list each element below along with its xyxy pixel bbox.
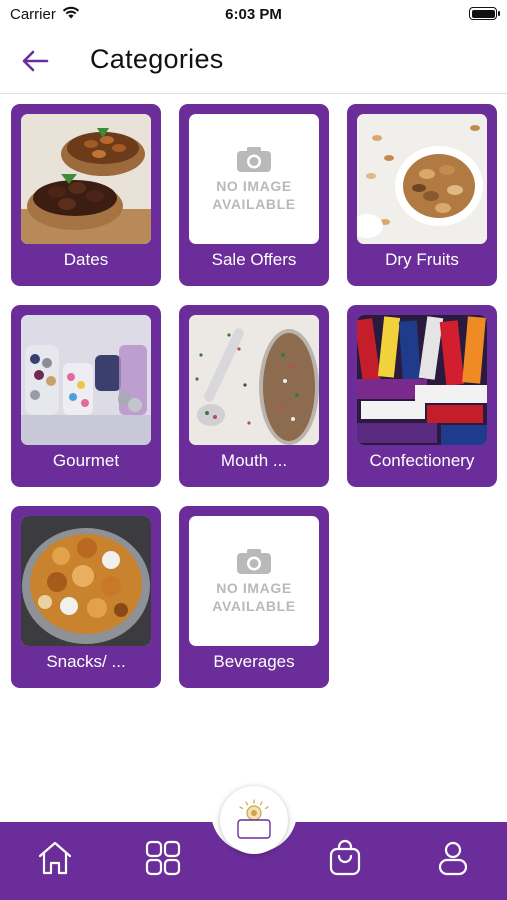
no-image-placeholder: NO IMAGE AVAILABLE: [189, 114, 319, 244]
no-image-text: AVAILABLE: [212, 598, 296, 614]
grid-icon: [145, 840, 181, 876]
category-label: Sale Offers: [211, 250, 297, 269]
category-card-dry-fruits[interactable]: Dry Fruits: [347, 104, 497, 286]
header-bar: Categories: [0, 30, 507, 94]
nav-home[interactable]: [33, 836, 77, 880]
category-label: Dry Fruits: [385, 250, 459, 269]
category-label: Beverages: [213, 652, 295, 671]
category-card-beverages[interactable]: NO IMAGE AVAILABLE Beverages: [179, 506, 329, 688]
battery-icon: [469, 7, 500, 20]
dates-photo: [21, 114, 151, 244]
status-bar: Carrier 6:03 PM: [0, 0, 507, 28]
no-image-text: NO IMAGE: [216, 580, 292, 596]
category-card-gourmet[interactable]: Gourmet: [11, 305, 161, 487]
gourmet-photo: [21, 315, 151, 445]
loyalty-card-button[interactable]: [220, 786, 288, 854]
no-image-placeholder: NO IMAGE AVAILABLE: [189, 516, 319, 646]
category-label: Mouth ...: [220, 451, 288, 470]
no-image-text: AVAILABLE: [212, 196, 296, 212]
nav-cart[interactable]: [323, 836, 367, 880]
category-card-sale-offers[interactable]: NO IMAGE AVAILABLE Sale Offers: [179, 104, 329, 286]
category-card-snacks[interactable]: Snacks/ ...: [11, 506, 161, 688]
page-title: Categories: [90, 44, 224, 74]
category-label: Confectionery: [369, 451, 475, 470]
home-icon: [38, 841, 72, 875]
loyalty-card-icon: [237, 799, 271, 839]
status-time: 6:03 PM: [225, 6, 282, 23]
camera-icon: [237, 549, 271, 574]
category-label: Dates: [63, 250, 109, 269]
back-button[interactable]: [18, 44, 52, 78]
category-label: Snacks/ ...: [46, 652, 126, 671]
nav-categories[interactable]: [141, 836, 185, 880]
no-image-text: NO IMAGE: [216, 178, 292, 194]
mouth-freshener-photo: [189, 315, 319, 445]
dry-fruits-photo: [357, 114, 487, 244]
category-label: Gourmet: [52, 451, 120, 470]
user-icon: [438, 841, 468, 876]
category-card-confectionery[interactable]: Confectionery: [347, 305, 497, 487]
category-card-dates[interactable]: Dates: [11, 104, 161, 286]
confectionery-photo: [357, 315, 487, 445]
nav-profile[interactable]: [431, 836, 475, 880]
category-card-mouth[interactable]: Mouth ...: [179, 305, 329, 487]
shopping-bag-icon: [329, 839, 361, 876]
snacks-photo: [21, 516, 151, 646]
camera-icon: [237, 147, 271, 172]
arrow-left-icon: [22, 50, 49, 72]
